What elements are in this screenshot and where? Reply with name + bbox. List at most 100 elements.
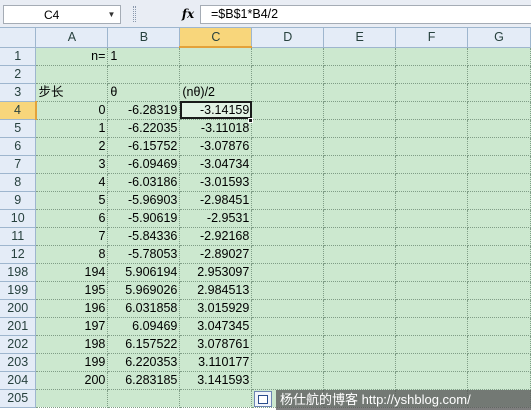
cell-c[interactable]: -3.11018 [179,119,253,138]
cell-a[interactable]: 199 [35,353,109,372]
cell-d[interactable] [251,119,325,138]
cell-b[interactable]: 6.09469 [107,317,181,336]
cell-a[interactable]: 198 [35,335,109,354]
cell-b[interactable]: -6.15752 [107,137,181,156]
cell-b[interactable]: -6.22035 [107,119,181,138]
cell-a[interactable]: 7 [35,227,109,246]
row-header[interactable]: 10 [0,209,37,228]
cell-c[interactable]: -3.07876 [179,137,253,156]
cell-a[interactable]: 步长 [35,83,109,102]
column-header-f[interactable]: F [395,28,468,48]
cell-d[interactable] [251,317,325,336]
cell-e[interactable] [323,371,397,390]
cell-d[interactable] [251,353,325,372]
row-header[interactable]: 201 [0,317,37,336]
cell-b[interactable]: -6.09469 [107,155,181,174]
cell-d[interactable] [251,137,325,156]
row-header[interactable]: 5 [0,119,37,138]
cell-e[interactable] [323,299,397,318]
row-header[interactable]: 6 [0,137,37,156]
cell-f[interactable] [395,263,468,282]
cell-d[interactable] [251,281,325,300]
cell-a[interactable]: 200 [35,371,109,390]
cell-c[interactable]: -2.92168 [179,227,253,246]
cell-f[interactable] [395,281,468,300]
cell-a[interactable]: n= [35,47,109,66]
cell-g[interactable] [467,137,531,156]
cell-e[interactable] [323,353,397,372]
cell-f[interactable] [395,227,468,246]
row-header[interactable]: 199 [0,281,37,300]
cell-b[interactable]: 6.031858 [107,299,181,318]
cell-g[interactable] [467,65,531,84]
row-header[interactable]: 8 [0,173,37,192]
cell-e[interactable] [323,191,397,210]
cell-d[interactable] [251,245,325,264]
cell-g[interactable] [467,191,531,210]
row-header[interactable]: 198 [0,263,37,282]
cell-a[interactable]: 1 [35,119,109,138]
cell-g[interactable] [467,263,531,282]
cell-a[interactable]: 197 [35,317,109,336]
cell-a[interactable] [35,389,109,408]
cell-c[interactable]: -2.89027 [179,245,253,264]
column-header-b[interactable]: B [107,28,181,48]
cell-g[interactable] [467,155,531,174]
cell-e[interactable] [323,65,397,84]
cell-f[interactable] [395,119,468,138]
cell-e[interactable] [323,245,397,264]
column-header-g[interactable]: G [467,28,531,48]
cell-g[interactable] [467,47,531,66]
cell-a[interactable]: 3 [35,155,109,174]
row-header[interactable]: 203 [0,353,37,372]
cell-g[interactable] [467,371,531,390]
row-header[interactable]: 9 [0,191,37,210]
cell-c[interactable]: -3.01593 [179,173,253,192]
cell-d[interactable] [251,209,325,228]
formula-bar-splitter[interactable] [133,6,136,22]
cell-a[interactable]: 194 [35,263,109,282]
cell-e[interactable] [323,173,397,192]
chevron-down-icon[interactable]: ▼ [105,7,118,22]
cell-a[interactable]: 4 [35,173,109,192]
cell-c[interactable]: 3.078761 [179,335,253,354]
cell-f[interactable] [395,83,468,102]
cell-b[interactable]: -5.84336 [107,227,181,246]
cell-b[interactable] [107,65,181,84]
cell-e[interactable] [323,83,397,102]
cell-f[interactable] [395,191,468,210]
cell-e[interactable] [323,263,397,282]
cell-c[interactable]: 2.984513 [179,281,253,300]
cell-b[interactable]: 5.906194 [107,263,181,282]
row-header[interactable]: 204 [0,371,37,390]
cell-c[interactable]: 2.953097 [179,263,253,282]
cell-c[interactable]: (nθ)/2 [179,83,253,102]
cell-d[interactable] [251,173,325,192]
cell-e[interactable] [323,281,397,300]
cell-e[interactable] [323,47,397,66]
cell-d[interactable] [251,299,325,318]
cell-a[interactable]: 2 [35,137,109,156]
cell-f[interactable] [395,101,468,120]
cell-a[interactable] [35,65,109,84]
cell-d[interactable] [251,83,325,102]
cell-f[interactable] [395,209,468,228]
row-header[interactable]: 7 [0,155,37,174]
cell-f[interactable] [395,299,468,318]
cell-g[interactable] [467,335,531,354]
cell-b[interactable]: θ [107,83,181,102]
cell-c[interactable]: 3.110177 [179,353,253,372]
formula-input[interactable]: =$B$1*B4/2 [200,5,531,24]
cell-a[interactable]: 6 [35,209,109,228]
cell-g[interactable] [467,209,531,228]
cell-g[interactable] [467,353,531,372]
cell-e[interactable] [323,317,397,336]
cell-d[interactable] [251,263,325,282]
cell-c[interactable] [179,47,253,66]
cell-f[interactable] [395,371,468,390]
cell-d[interactable] [251,101,325,120]
cell-c[interactable]: 3.047345 [179,317,253,336]
cell-c[interactable]: -3.04734 [179,155,253,174]
row-header[interactable]: 4 [0,101,37,120]
cell-d[interactable] [251,47,325,66]
